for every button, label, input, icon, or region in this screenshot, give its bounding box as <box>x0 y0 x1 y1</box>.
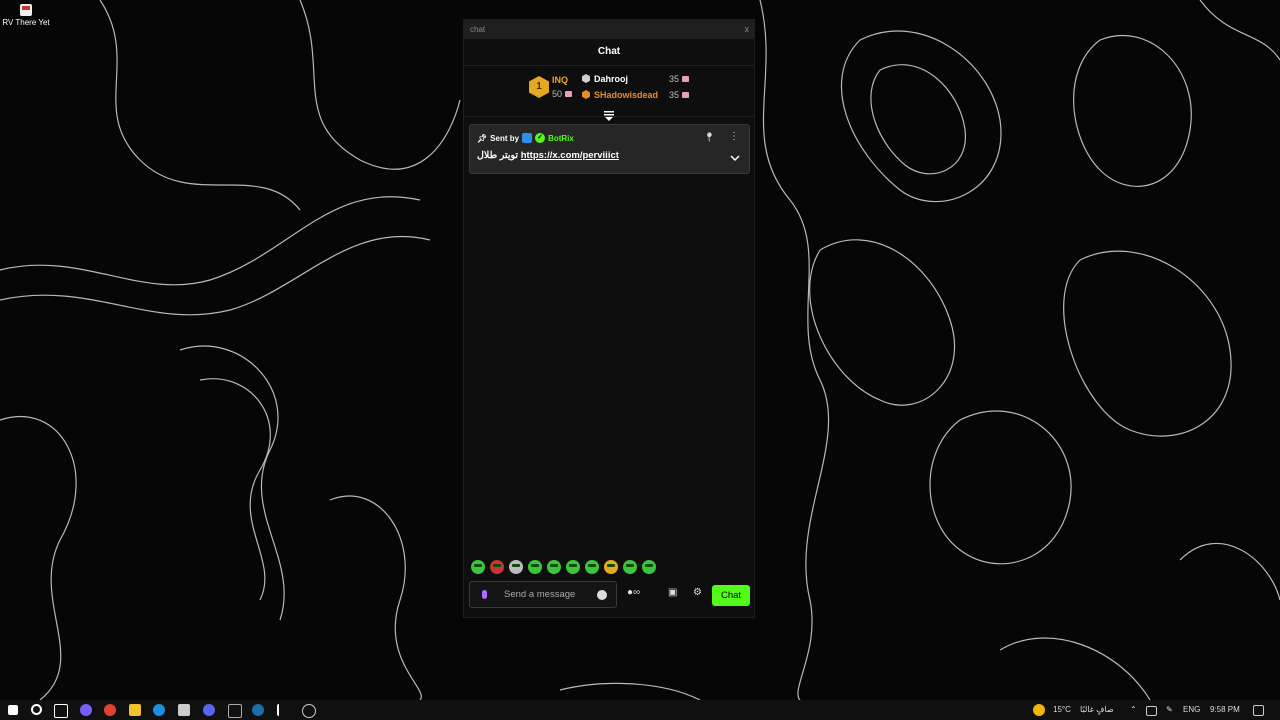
microphone-icon[interactable] <box>482 590 487 599</box>
leaderboard-row[interactable]: Dahrooj <box>582 74 628 84</box>
rank-medal-icon: 1 <box>529 76 549 98</box>
more-options-icon[interactable]: ⋮ <box>729 131 739 142</box>
desktop-shortcut[interactable]: RV There Yet <box>2 4 50 27</box>
emote-icon[interactable] <box>471 560 485 574</box>
rank-hex-icon <box>582 90 590 99</box>
chat-header-title: Chat <box>464 39 754 66</box>
emote-icon[interactable] <box>623 560 637 574</box>
weather-temp: 15°C <box>1053 705 1071 714</box>
weather-description: صافٍ غالبًا <box>1080 705 1114 714</box>
pinned-sender-row: 📌︎ Sent by ✓ BotRix <box>477 133 574 143</box>
expand-leaderboard-icon[interactable] <box>603 110 615 122</box>
emote-icon[interactable] <box>585 560 599 574</box>
leaderboard-username: SHadowisdead <box>594 90 659 100</box>
search-icon[interactable] <box>31 704 42 715</box>
points-infinity-icon[interactable]: ●∞ <box>627 587 640 598</box>
gift-icon <box>565 91 573 97</box>
leader-points: 50 <box>552 89 573 99</box>
pen-icon[interactable]: ✎ <box>1166 705 1173 714</box>
app-circle-icon[interactable] <box>302 704 316 718</box>
gift-icon <box>682 92 690 98</box>
leaderboard-points: 35 <box>669 74 690 84</box>
pinned-message-words: تويتر طلال <box>477 150 519 161</box>
taskbar: 15°C صافٍ غالبًا ⌃ ✎ ENG 9:58 PM <box>0 700 1280 720</box>
message-input[interactable] <box>502 588 598 601</box>
window-titlebar[interactable]: chat x <box>464 20 754 39</box>
desktop-shortcut-label: RV There Yet <box>2 18 50 27</box>
chevron-up-icon[interactable]: ⌃ <box>1130 705 1137 714</box>
emote-icon[interactable] <box>528 560 542 574</box>
rank-hex-icon <box>582 74 590 83</box>
message-input-box <box>469 581 617 608</box>
copilot-icon[interactable] <box>80 704 92 716</box>
weather-icon[interactable] <box>1033 704 1045 716</box>
emote-icon[interactable] <box>642 560 656 574</box>
emote-icon[interactable] <box>547 560 561 574</box>
emote-icon[interactable] <box>604 560 618 574</box>
emote-icon[interactable] <box>509 560 523 574</box>
bot-badge-icon <box>522 133 533 143</box>
network-icon[interactable] <box>1146 706 1157 716</box>
sent-by-label: Sent by <box>490 133 520 143</box>
discord-icon[interactable] <box>203 704 215 716</box>
bot-username[interactable]: BotRix <box>548 134 574 143</box>
store-app-icon[interactable] <box>178 704 190 716</box>
leader-name[interactable]: INQ <box>552 75 568 85</box>
pinned-message-link[interactable]: https://x.com/perviiict <box>521 150 619 161</box>
window-title: chat <box>470 25 486 34</box>
file-explorer-icon[interactable] <box>129 704 141 716</box>
emote-icon[interactable] <box>490 560 504 574</box>
chevron-down-icon[interactable] <box>730 154 740 162</box>
leaderboard-row[interactable]: SHadowisdead <box>582 90 658 100</box>
send-chat-button[interactable]: Chat <box>712 585 750 606</box>
terminal-icon[interactable] <box>228 704 242 718</box>
pin-small-icon: 📌︎ <box>477 133 488 143</box>
windows-start-icon[interactable] <box>8 705 18 715</box>
gift-icon <box>682 76 690 82</box>
settings-gear-icon[interactable]: ⚙ <box>693 587 702 598</box>
pinned-message-text: تويتر طلال https://x.com/perviiict <box>477 150 619 161</box>
app-icon[interactable] <box>277 704 285 716</box>
verified-badge-icon: ✓ <box>535 133 546 143</box>
notification-icon[interactable] <box>1253 705 1264 716</box>
chat-window: chat x Chat 1 INQ 50 Dahrooj 35 SHadowis… <box>463 19 755 618</box>
emoji-picker-icon[interactable] <box>597 590 607 600</box>
language-indicator[interactable]: ENG <box>1183 705 1200 714</box>
game-app-icon <box>20 4 32 16</box>
pinned-message: 📌︎ Sent by ✓ BotRix تويتر طلال https://x… <box>469 124 750 174</box>
store-icon[interactable]: ▣ <box>668 587 677 598</box>
emote-bar <box>471 560 656 574</box>
leaderboard: 1 INQ 50 Dahrooj 35 SHadowisdead 35 <box>464 66 754 121</box>
edge-icon[interactable] <box>153 704 165 716</box>
clock-time[interactable]: 9:58 PM <box>1210 705 1240 714</box>
steam-icon[interactable] <box>252 704 264 716</box>
emote-icon[interactable] <box>566 560 580 574</box>
close-icon[interactable]: x <box>745 24 750 34</box>
leaderboard-points: 35 <box>669 90 690 100</box>
leaderboard-username: Dahrooj <box>594 74 629 84</box>
task-view-icon[interactable] <box>54 704 68 718</box>
unpin-icon[interactable]: 📍︎ <box>704 132 715 143</box>
chrome-icon[interactable] <box>104 704 116 716</box>
